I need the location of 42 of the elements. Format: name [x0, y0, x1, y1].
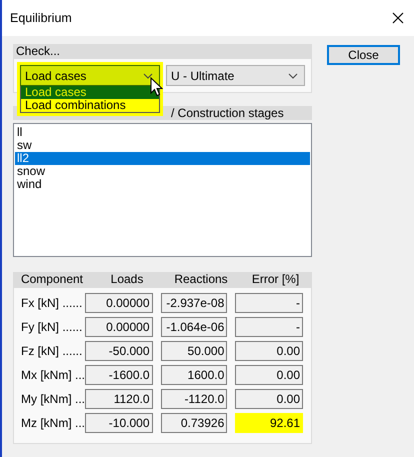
loads-field: 0.00000: [84, 293, 152, 313]
column-header: Reactions: [173, 272, 229, 287]
reactions-field: 0.73926: [160, 413, 228, 433]
window-title: Equilibrium: [10, 11, 72, 25]
component-label: Fz [kN] ......: [21, 344, 84, 358]
chevron-down-icon: [288, 72, 298, 78]
close-icon[interactable]: [392, 12, 404, 24]
component-label: Mz [kNm] ...: [21, 416, 85, 430]
dropdown[interactable]: U - Ultimate: [166, 65, 305, 86]
error-field: 0.00: [235, 365, 303, 385]
dropdown[interactable]: Load cases: [20, 65, 160, 86]
chevron-down-icon: [143, 72, 153, 78]
error-field: 0.00: [235, 389, 303, 409]
loads-field: 0.00000: [84, 317, 152, 337]
reactions-field: 50.000: [160, 341, 228, 361]
column-header: Error [%]: [250, 272, 300, 287]
list-item[interactable]: wind: [15, 178, 310, 191]
loads-field: -10.000: [84, 413, 152, 433]
component-label: Mx [kNm] ...: [21, 368, 85, 382]
list-item[interactable]: snow: [15, 165, 310, 178]
loads-field: 1120.0: [84, 389, 152, 409]
group-header: Check...: [13, 44, 312, 58]
error-field: -: [235, 317, 303, 337]
error-field: 0.00: [235, 341, 303, 361]
loads-field: -50.000: [84, 341, 152, 361]
component-label: Fy [kN] ......: [21, 320, 84, 334]
list-item[interactable]: sw: [15, 139, 310, 152]
reactions-field: -2.937e-08: [160, 293, 228, 313]
column-header: Loads: [110, 272, 144, 287]
reactions-field: -1.064e-06: [160, 317, 228, 337]
reactions-field: -1120.0: [160, 389, 228, 409]
list-item[interactable]: ll2: [15, 152, 310, 165]
loads-field: -1600.0: [84, 365, 152, 385]
error-field: 92.61: [235, 413, 303, 433]
close-button[interactable]: Close: [327, 45, 400, 65]
dropdown-option[interactable]: Load cases: [21, 86, 159, 99]
list-item[interactable]: ll: [15, 126, 310, 139]
error-field: -: [235, 293, 303, 313]
reactions-field: 1600.0: [160, 365, 228, 385]
component-label: Fx [kN] ......: [21, 296, 84, 310]
column-header: Component: [20, 272, 84, 287]
component-label: My [kNm] ...: [21, 392, 85, 406]
